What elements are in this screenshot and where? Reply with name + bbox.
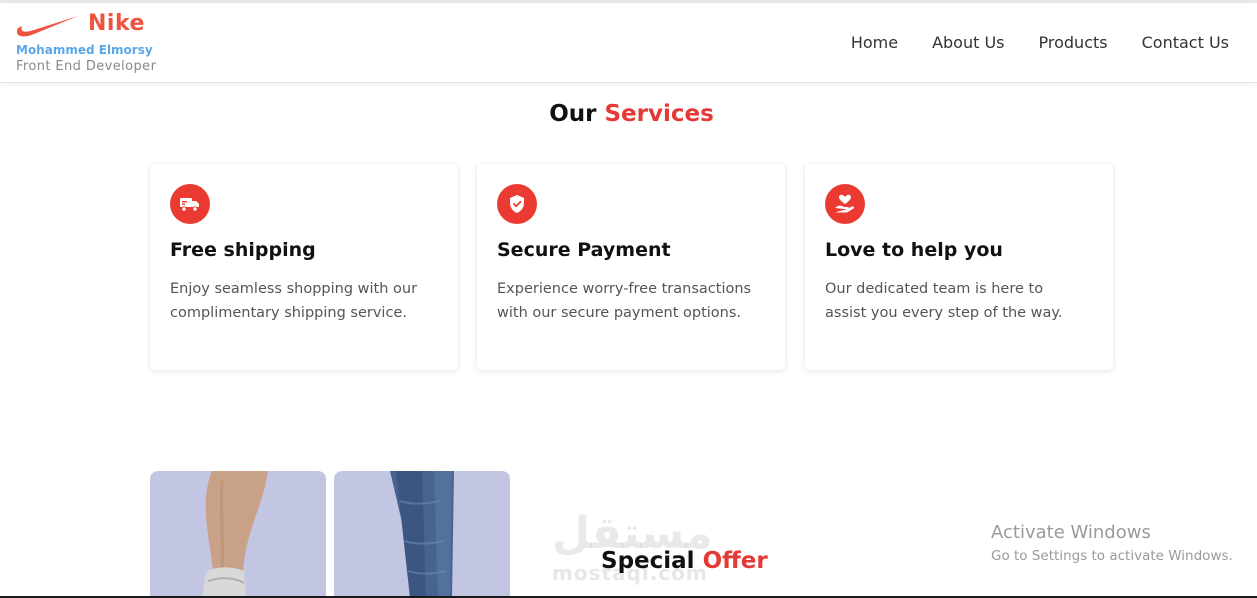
main-nav: Home About Us Products Contact Us	[851, 33, 1229, 52]
logo[interactable]: Nike Mohammed Elmorsy Front End Develope…	[16, 11, 186, 77]
service-card-text: Our dedicated team is here to assist you…	[825, 281, 1063, 321]
nav-products[interactable]: Products	[1039, 33, 1108, 52]
nav-about-us[interactable]: About Us	[932, 33, 1004, 52]
offer-title-accent: Offer	[702, 548, 768, 574]
author-name: Mohammed Elmorsy	[16, 43, 153, 57]
special-offer-title: Special Offer	[601, 548, 768, 574]
truck-icon	[170, 184, 210, 224]
service-card-love-to-help: Love to help you Our dedicated team is h…	[805, 164, 1113, 370]
service-card-free-shipping: Free shipping Enjoy seamless shopping wi…	[150, 164, 458, 370]
brand-name: Nike	[88, 11, 145, 36]
service-card-text: Enjoy seamless shopping with our complim…	[170, 281, 418, 321]
product-image-jeans[interactable]	[334, 471, 510, 598]
shield-check-icon	[497, 184, 537, 224]
nav-contact-us[interactable]: Contact Us	[1142, 33, 1229, 52]
nike-swoosh-icon	[16, 16, 79, 37]
activate-windows-notice: Activate Windows Go to Settings to activ…	[991, 522, 1233, 566]
activate-windows-title: Activate Windows	[991, 522, 1151, 543]
site-header: Nike Mohammed Elmorsy Front End Develope…	[0, 3, 1257, 83]
product-photo-jeans	[390, 471, 454, 598]
services-title-accent: Services	[604, 101, 714, 127]
author-role: Front End Developer	[16, 59, 157, 74]
nav-home[interactable]: Home	[851, 33, 898, 52]
offer-title-prefix: Special	[601, 548, 695, 574]
service-card-title: Free shipping	[170, 239, 316, 261]
service-card-title: Love to help you	[825, 239, 1003, 261]
services-title: Our Services	[0, 101, 1257, 127]
activate-windows-subtitle: Go to Settings to activate Windows.	[991, 548, 1233, 564]
services-title-prefix: Our	[549, 101, 597, 127]
service-card-title: Secure Payment	[497, 239, 671, 261]
service-card-secure-payment: Secure Payment Experience worry-free tra…	[477, 164, 785, 370]
service-card-text: Experience worry-free transactions with …	[497, 281, 752, 321]
heart-hand-icon	[825, 184, 865, 224]
product-photo-legs	[202, 471, 268, 598]
product-image-legs[interactable]	[150, 471, 326, 598]
